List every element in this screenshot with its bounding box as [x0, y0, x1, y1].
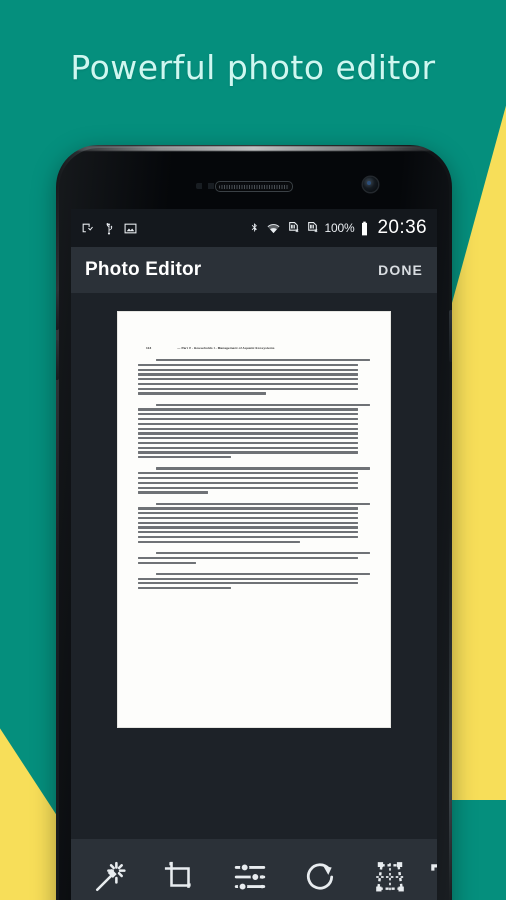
sim2-no-signal-icon	[306, 221, 319, 235]
document-text-line	[138, 582, 359, 585]
document-text-line	[156, 551, 370, 555]
page-title: Photo Editor	[85, 259, 202, 280]
document-paragraph	[138, 502, 370, 543]
power-button[interactable]	[449, 310, 452, 362]
document-paragraph	[138, 551, 370, 564]
usb-icon	[103, 222, 115, 235]
phone-screen: 100% 20:36 Photo Editor DONE 113 — Part …	[71, 209, 437, 900]
document-paragraph	[138, 467, 370, 494]
crop-icon	[163, 860, 197, 894]
document-text-line	[138, 577, 359, 580]
document-paragraph	[138, 572, 370, 590]
document-text-line	[156, 502, 370, 505]
document-text-line	[138, 561, 196, 564]
document-text-line	[138, 408, 359, 411]
document-text-line	[138, 432, 359, 435]
screenshot-saved-icon	[81, 222, 94, 235]
document-text-line	[138, 446, 359, 449]
magic-wand-icon	[93, 860, 127, 894]
document-body	[138, 359, 370, 590]
document-page-number: 113	[146, 346, 152, 350]
document-text-line	[156, 467, 370, 470]
document-text-line	[138, 516, 359, 520]
sliders-icon	[233, 860, 267, 894]
editor-canvas[interactable]: 113 — Part V - Households I - Management…	[71, 293, 437, 839]
document-text-line	[156, 359, 370, 362]
document-text-line	[156, 403, 370, 406]
document-text-line	[138, 540, 301, 543]
document-text-line	[138, 387, 359, 390]
document-text-line	[138, 368, 359, 371]
document-text-line	[138, 427, 359, 430]
document-text-line	[138, 413, 359, 416]
document-photo[interactable]: 113 — Part V - Households I - Management…	[118, 312, 390, 727]
document-text-line	[138, 392, 266, 395]
image-icon	[124, 222, 137, 235]
document-text-line	[138, 363, 359, 366]
promo-screenshot: Powerful photo editor 100% 20:36 Photo E…	[0, 0, 506, 900]
editor-toolbar[interactable]: EnhanceCropAdjustOrientationTransformTe	[71, 839, 437, 900]
done-button[interactable]: DONE	[378, 262, 423, 278]
volume-up-button[interactable]	[56, 290, 59, 330]
document-text-line	[138, 486, 359, 489]
document-text-line	[138, 441, 359, 445]
app-bar: Photo Editor DONE	[71, 247, 437, 293]
document-text-line	[138, 512, 359, 515]
front-camera	[363, 177, 378, 192]
earpiece-speaker	[215, 181, 293, 192]
document-text-line	[138, 422, 359, 425]
document-text-line	[138, 477, 359, 480]
document-text-line	[138, 521, 359, 524]
document-text-line	[138, 481, 359, 484]
volume-down-button[interactable]	[56, 340, 59, 380]
document-text-line	[138, 382, 359, 386]
sim1-no-signal-icon	[287, 221, 300, 235]
document-text-line	[138, 418, 359, 421]
status-bar-left-icons	[81, 222, 137, 235]
phone-bezel-highlight	[66, 146, 442, 151]
document-text-line	[138, 556, 359, 559]
tool-transform[interactable]: Transform	[355, 860, 425, 900]
wifi-icon	[266, 222, 281, 235]
document-text-line	[138, 507, 359, 510]
document-header: 113 — Part V - Households I - Management…	[138, 346, 370, 350]
status-bar-right-icons: 100% 20:36	[249, 217, 427, 239]
phone-device-mockup: 100% 20:36 Photo Editor DONE 113 — Part …	[56, 145, 452, 900]
document-text-line	[138, 456, 231, 459]
document-text-line	[138, 536, 359, 539]
document-paragraph	[138, 359, 370, 395]
tool-adjust[interactable]: Adjust	[215, 860, 285, 900]
document-text-line	[138, 526, 359, 529]
document-text-line	[138, 451, 359, 454]
tool-enhance[interactable]: Enhance	[75, 860, 145, 900]
document-text-line	[138, 531, 359, 534]
promo-headline: Powerful photo editor	[70, 48, 436, 87]
tool-te[interactable]: Te	[425, 860, 437, 900]
document-text-line	[138, 373, 359, 376]
text-icon	[427, 860, 437, 894]
status-bar-clock: 20:36	[377, 217, 427, 238]
battery-percent-label: 100%	[324, 221, 355, 235]
document-header-title: — Part V - Households I - Management of …	[177, 346, 275, 350]
document-text-line	[138, 437, 359, 440]
status-bar: 100% 20:36	[71, 209, 437, 247]
document-text-line	[138, 378, 359, 381]
document-text-line	[138, 472, 359, 475]
rotate-cw-icon	[303, 860, 337, 894]
document-text-line	[156, 572, 370, 575]
document-text-line	[138, 491, 208, 494]
tool-orientation[interactable]: Orientation	[285, 860, 355, 900]
transform-icon	[373, 860, 407, 894]
battery-full-icon	[360, 221, 369, 236]
document-paragraph	[138, 403, 370, 459]
bluetooth-icon	[249, 221, 260, 235]
document-text-line	[138, 587, 231, 590]
tool-crop[interactable]: Crop	[145, 860, 215, 900]
